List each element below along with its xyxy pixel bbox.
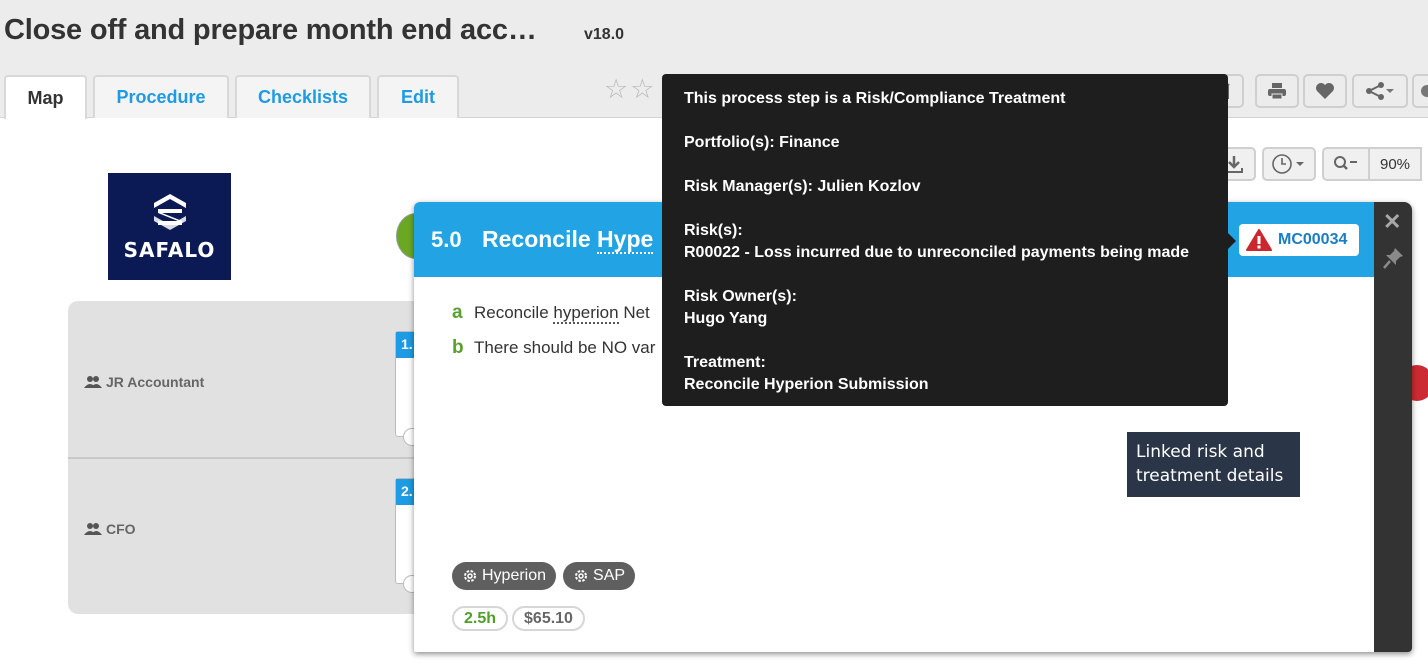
users-icon (84, 523, 102, 535)
tooltip-portfolio: Portfolio(s): Finance (684, 134, 840, 151)
tooltip-owner-label: Risk Owner(s): (684, 288, 797, 305)
gear-icon (575, 570, 588, 582)
substep-letter: a (452, 302, 463, 323)
substep-list: a Reconcile hyperion Net b There should … (452, 302, 655, 372)
star-icon[interactable]: ☆ (604, 76, 628, 103)
tooltip-risk-manager: Risk Manager(s): Julien Kozlov (684, 178, 921, 195)
tab-map[interactable]: Map (4, 75, 87, 119)
tooltip-risk: R00022 - Loss incurred due to unreconcil… (684, 244, 1190, 261)
annotation-callout: Linked risk and treatment details (1127, 432, 1300, 497)
tooltip-heading: This process step is a Risk/Compliance T… (684, 90, 1066, 107)
lane-divider (68, 457, 428, 459)
substep-text: Reconcile hyperion Net (474, 303, 650, 324)
lane-cfo[interactable]: CFO (84, 521, 136, 537)
share-icon (1366, 82, 1394, 100)
tab-bar: Map Procedure Checklists Edit (4, 75, 459, 119)
system-pill-hyperion[interactable]: Hyperion (452, 562, 557, 590)
version-label: v18.0 (584, 26, 625, 43)
lane-label-text: JR Accountant (106, 374, 205, 390)
risk-tooltip: This process step is a Risk/Compliance T… (662, 74, 1228, 406)
control-id: MC00034 (1278, 231, 1348, 248)
gear-icon (464, 570, 476, 582)
page-title: Close off and prepare month end acc… (4, 14, 537, 46)
app-root: Close off and prepare month end acc… v18… (0, 0, 1428, 667)
favorite-heart-icon (1316, 83, 1334, 99)
duration-badge: 2.5h (452, 606, 509, 631)
substep-text-part: Reconcile (474, 303, 554, 322)
lane-label-text: CFO (106, 521, 136, 537)
star-icon[interactable]: ☆ (630, 76, 654, 103)
substep-item: b There should be NO var (452, 337, 655, 372)
zoom-level[interactable]: 90% (1368, 147, 1422, 181)
zoom-out-icon (1334, 156, 1357, 170)
system-name: SAP (593, 567, 626, 584)
favorite-button[interactable] (1303, 74, 1347, 108)
tooltip-risks-label: Risk(s): (684, 222, 743, 239)
step-title-text: Reconcile Hype (482, 226, 654, 254)
glossary-link[interactable]: hyperion (553, 303, 619, 324)
settings-icon (1421, 85, 1428, 97)
print-button[interactable] (1255, 74, 1299, 108)
tab-edit[interactable]: Edit (377, 75, 459, 118)
substep-item: a Reconcile hyperion Net (452, 302, 655, 337)
logo-text: SAFALO (123, 237, 216, 262)
step-title: Reconcile Hype (482, 226, 654, 254)
step-number: 5.0 (431, 227, 462, 252)
rating-stars[interactable]: ☆ ☆ (604, 76, 654, 103)
glossary-link[interactable]: Hype (597, 226, 654, 254)
step-metrics: 2.5h $65.10 (452, 606, 585, 631)
system-name: Hyperion (482, 567, 547, 584)
systems-list: Hyperion SAP (452, 562, 636, 590)
system-pill-sap[interactable]: SAP (563, 562, 636, 590)
logo-s-icon (153, 193, 186, 230)
tooltip-treatment: Reconcile Hyperion Submission (684, 376, 929, 393)
tab-checklists[interactable]: Checklists (235, 75, 371, 118)
tooltip-arrow (1227, 232, 1236, 250)
cost-badge: $65.10 (512, 606, 585, 631)
print-icon (1268, 83, 1286, 100)
users-icon (84, 376, 102, 388)
history-icon (1272, 154, 1304, 174)
settings-button[interactable] (1412, 74, 1428, 108)
tab-procedure[interactable]: Procedure (93, 75, 229, 118)
panel-sidebar: ✕ (1374, 202, 1412, 652)
history-button[interactable] (1262, 147, 1316, 181)
lane-jr-accountant[interactable]: JR Accountant (84, 374, 204, 390)
substep-text: There should be NO var (474, 338, 656, 357)
substep-letter: b (452, 337, 464, 358)
close-icon[interactable]: ✕ (1383, 209, 1401, 235)
share-button[interactable] (1352, 74, 1408, 108)
swimlanes: JR Accountant CFO 1. 2. (68, 301, 435, 614)
zoom-out-button[interactable] (1322, 147, 1370, 181)
pin-icon[interactable] (1383, 246, 1405, 275)
tooltip-owner: Hugo Yang (684, 310, 768, 327)
control-badge[interactable]: MC00034 (1239, 224, 1359, 256)
tooltip-treatment-label: Treatment: (684, 354, 766, 371)
substep-text-part: Net (618, 303, 650, 322)
warning-icon (1246, 229, 1272, 251)
company-logo: SAFALO (108, 173, 231, 280)
